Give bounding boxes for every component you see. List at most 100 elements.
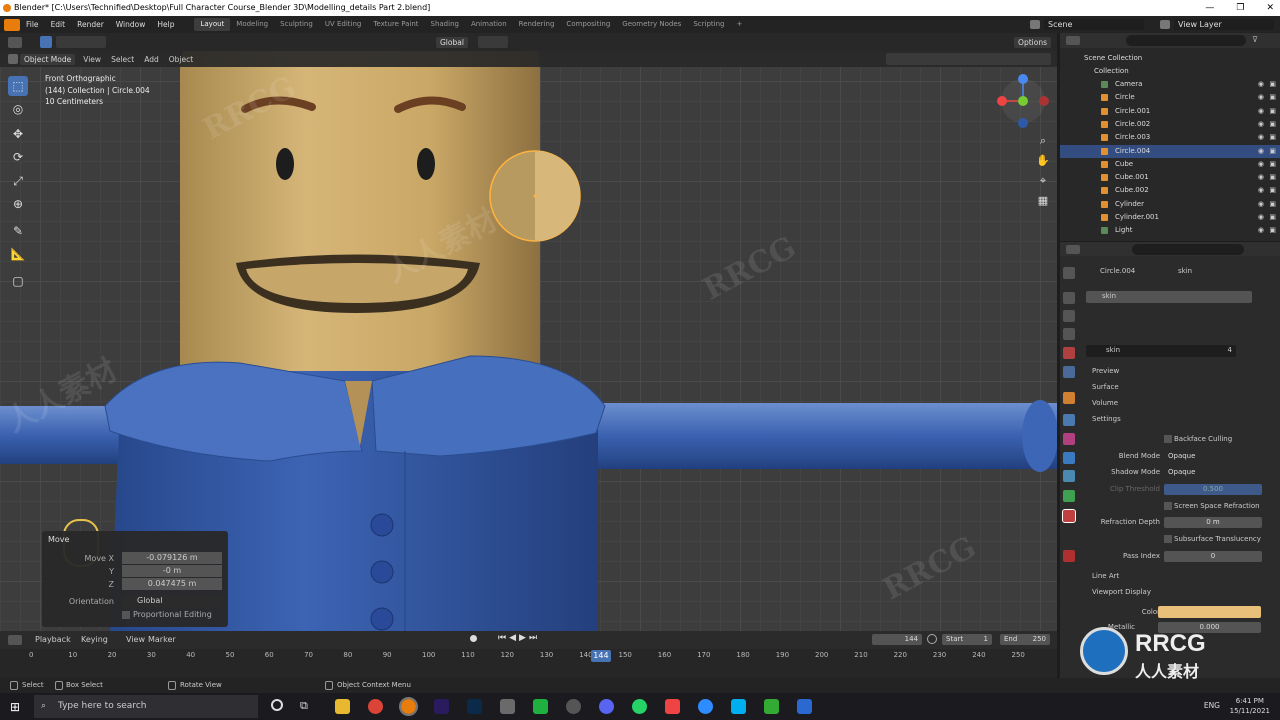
tab-geometry-nodes[interactable]: Geometry Nodes xyxy=(616,18,687,31)
maximize-button[interactable]: ❐ xyxy=(1236,0,1244,16)
menu-window[interactable]: Window xyxy=(110,20,152,29)
subsurface-checkbox[interactable] xyxy=(1164,535,1172,543)
particles-tab-icon[interactable] xyxy=(1063,433,1075,445)
menu-edit[interactable]: Edit xyxy=(45,20,72,29)
pivot-snap-group[interactable] xyxy=(477,36,508,48)
tab-modeling[interactable]: Modeling xyxy=(230,18,274,31)
menu-help[interactable]: Help xyxy=(151,20,180,29)
tab-animation[interactable]: Animation xyxy=(465,18,513,31)
menu-select[interactable]: Select xyxy=(111,55,134,64)
material-tab-icon[interactable] xyxy=(1062,509,1076,523)
cortana-icon[interactable] xyxy=(271,699,283,711)
render-camera-icon[interactable]: ▣ xyxy=(1269,131,1276,144)
menu-render[interactable]: Render xyxy=(71,20,110,29)
section-volume[interactable]: Volume xyxy=(1092,399,1118,407)
visibility-eye-icon[interactable]: ◉ xyxy=(1258,171,1264,184)
transform-orientation-dropdown[interactable]: Global xyxy=(436,36,468,48)
visibility-eye-icon[interactable]: ◉ xyxy=(1258,105,1264,118)
record-icon[interactable] xyxy=(470,635,477,642)
timeline-view-menu[interactable]: View xyxy=(126,635,145,644)
ortho-grid-icon[interactable]: ▦ xyxy=(1036,191,1050,211)
tab-compositing[interactable]: Compositing xyxy=(560,18,616,31)
outliner-item[interactable]: Circle.003 ◉ ▣ xyxy=(1060,131,1280,144)
move-tool-icon[interactable]: ✥ xyxy=(8,124,28,144)
outliner-item[interactable]: Light ◉ ▣ xyxy=(1060,224,1280,237)
visibility-eye-icon[interactable]: ◉ xyxy=(1258,198,1264,211)
app-icon[interactable] xyxy=(500,699,515,714)
editor-type-icon[interactable] xyxy=(8,36,22,48)
outliner-item[interactable]: Camera ◉ ▣ xyxy=(1060,78,1280,91)
rotate-tool-icon[interactable]: ⟳ xyxy=(8,147,28,167)
outliner-item[interactable]: Circle.004 ◉ ▣ xyxy=(1060,144,1280,158)
render-camera-icon[interactable]: ▣ xyxy=(1269,78,1276,91)
visibility-eye-icon[interactable]: ◉ xyxy=(1258,91,1264,104)
zoom-app-icon[interactable] xyxy=(698,699,713,714)
tool-tab-icon[interactable] xyxy=(1063,267,1075,279)
keying-menu[interactable]: Keying xyxy=(81,635,108,644)
section-surface[interactable]: Surface xyxy=(1092,383,1119,391)
move-y-field[interactable]: -0 m xyxy=(122,565,222,577)
playback-controls-icon[interactable]: ⏮◀▶⏭ xyxy=(498,633,540,643)
section-line-art[interactable]: Line Art xyxy=(1092,572,1119,580)
physics-tab-icon[interactable] xyxy=(1063,452,1075,464)
tab-scripting[interactable]: Scripting xyxy=(687,18,730,31)
tab-texture-paint[interactable]: Texture Paint xyxy=(367,18,424,31)
render-camera-icon[interactable]: ▣ xyxy=(1269,105,1276,118)
properties-editor-icon[interactable] xyxy=(1066,245,1080,254)
select-box-tool-icon[interactable]: ⬚ xyxy=(8,76,28,96)
shadow-mode-dropdown[interactable]: Opaque xyxy=(1164,467,1274,478)
operator-title[interactable]: Move xyxy=(48,535,69,544)
playback-menu[interactable]: Playback xyxy=(35,635,71,644)
material-name-field[interactable]: skin 4 xyxy=(1086,345,1236,357)
chrome-icon[interactable] xyxy=(368,699,383,714)
premiere-icon[interactable] xyxy=(434,699,449,714)
camtasia-icon[interactable] xyxy=(533,699,548,714)
file-explorer-icon[interactable] xyxy=(335,699,350,714)
render-camera-icon[interactable]: ▣ xyxy=(1269,91,1276,104)
zoom-icon[interactable]: ⌕ xyxy=(1036,131,1050,151)
output-tab-icon[interactable] xyxy=(1063,310,1075,322)
modifiers-tab-icon[interactable] xyxy=(1063,414,1075,426)
obs-icon[interactable] xyxy=(566,699,581,714)
render-camera-icon[interactable]: ▣ xyxy=(1269,198,1276,211)
outliner-item[interactable]: Cube.002 ◉ ▣ xyxy=(1060,184,1280,197)
visibility-eye-icon[interactable]: ◉ xyxy=(1258,131,1264,144)
material-slot-row[interactable]: skin xyxy=(1086,291,1252,303)
timeline-editor-icon[interactable] xyxy=(8,635,22,645)
tab-rendering[interactable]: Rendering xyxy=(513,18,561,31)
visibility-eye-icon[interactable]: ◉ xyxy=(1258,158,1264,171)
section-preview[interactable]: Preview xyxy=(1092,367,1119,375)
shading-controls[interactable] xyxy=(886,53,1051,65)
clock[interactable]: 6:41 PM 15/11/2021 xyxy=(1230,696,1270,716)
blend-mode-dropdown[interactable]: Opaque xyxy=(1164,451,1274,462)
menu-view[interactable]: View xyxy=(83,55,101,64)
task-view-icon[interactable]: ⧉ xyxy=(300,699,308,713)
menu-object[interactable]: Object xyxy=(169,55,193,64)
visibility-eye-icon[interactable]: ◉ xyxy=(1258,184,1264,197)
app3-icon[interactable] xyxy=(797,699,812,714)
3d-viewport[interactable]: Object Mode View Select Add Object Front… xyxy=(0,51,1057,631)
language-indicator[interactable]: ENG xyxy=(1204,701,1220,710)
render-camera-icon[interactable]: ▣ xyxy=(1269,158,1276,171)
add-workspace-button[interactable]: + xyxy=(730,18,748,31)
outliner-item[interactable]: Cylinder ◉ ▣ xyxy=(1060,198,1280,211)
render-camera-icon[interactable]: ▣ xyxy=(1269,118,1276,131)
pass-index-field[interactable]: 0 xyxy=(1164,551,1262,562)
start-frame-field[interactable]: Start 1 xyxy=(942,634,992,645)
proportional-checkbox[interactable] xyxy=(122,611,130,619)
taskbar-search-box[interactable]: ⌕ Type here to search xyxy=(34,695,258,718)
render-camera-icon[interactable]: ▣ xyxy=(1269,224,1276,237)
outliner-item[interactable]: Cylinder.001 ◉ ▣ xyxy=(1060,211,1280,224)
move-z-field[interactable]: 0.047475 m xyxy=(122,578,222,590)
marker-menu[interactable]: Marker xyxy=(148,635,176,644)
camera-view-icon[interactable]: ⌖ xyxy=(1036,171,1050,191)
section-viewport-display[interactable]: Viewport Display xyxy=(1092,588,1151,596)
skype-icon[interactable] xyxy=(731,699,746,714)
outliner-item[interactable]: Circle.001 ◉ ▣ xyxy=(1060,105,1280,118)
timeline-ruler[interactable]: 0 10 20 30 40 50 60 70 80 90 100 110 120 130 140 150 160… xyxy=(0,651,1057,663)
selection-modes-group[interactable] xyxy=(56,36,106,48)
refraction-depth-field[interactable]: 0 m xyxy=(1164,517,1262,528)
render-tab-icon[interactable] xyxy=(1063,292,1075,304)
tab-sculpting[interactable]: Sculpting xyxy=(274,18,319,31)
scene-tab-icon[interactable] xyxy=(1063,347,1075,359)
